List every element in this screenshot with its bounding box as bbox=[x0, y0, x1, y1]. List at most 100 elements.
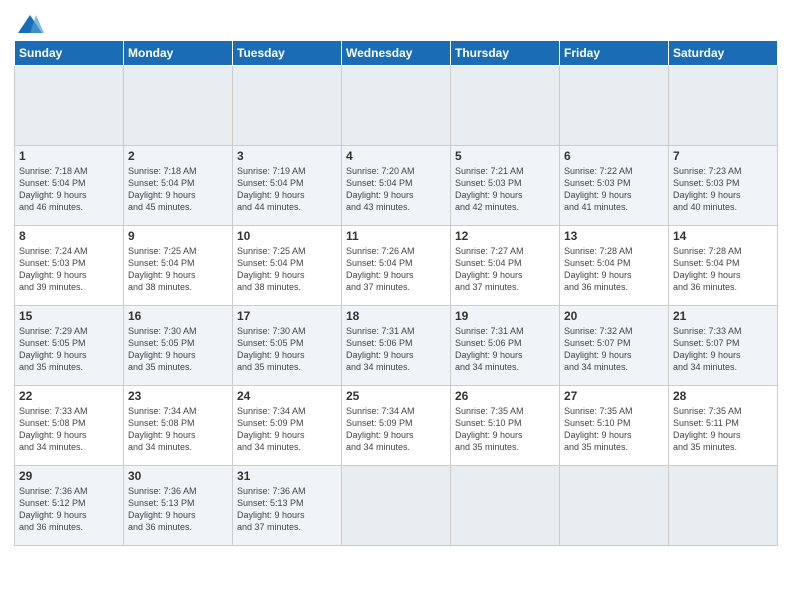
day-cell bbox=[233, 66, 342, 146]
day-info: Sunrise: 7:26 AM Sunset: 5:04 PM Dayligh… bbox=[346, 246, 415, 292]
day-cell: 15Sunrise: 7:29 AM Sunset: 5:05 PM Dayli… bbox=[15, 306, 124, 386]
day-info: Sunrise: 7:19 AM Sunset: 5:04 PM Dayligh… bbox=[237, 166, 306, 212]
day-cell: 30 Sunrise: 7:36 AM Sunset: 5:13 PM Dayli… bbox=[124, 466, 233, 546]
calendar-table: SundayMondayTuesdayWednesdayThursdayFrid… bbox=[14, 40, 778, 546]
day-number: 25 bbox=[346, 389, 446, 403]
day-number: 20 bbox=[564, 309, 664, 323]
day-number: 16 bbox=[128, 309, 228, 323]
day-info: Sunrise: 7:18 AM Sunset: 5:04 PM Dayligh… bbox=[19, 166, 88, 212]
day-number: 4 bbox=[346, 149, 446, 163]
day-number: 13 bbox=[564, 229, 664, 243]
day-number: 31 bbox=[237, 469, 337, 483]
logo-text bbox=[14, 10, 44, 32]
day-info: Sunrise: 7:33 AM Sunset: 5:07 PM Dayligh… bbox=[673, 326, 742, 372]
day-cell: 24Sunrise: 7:34 AM Sunset: 5:09 PM Dayli… bbox=[233, 386, 342, 466]
day-cell bbox=[669, 466, 778, 546]
day-cell: 9 Sunrise: 7:25 AM Sunset: 5:04 PM Daylig… bbox=[124, 226, 233, 306]
col-header-sunday: Sunday bbox=[15, 41, 124, 66]
day-cell: 8Sunrise: 7:24 AM Sunset: 5:03 PM Daylig… bbox=[15, 226, 124, 306]
day-cell bbox=[451, 66, 560, 146]
day-info: Sunrise: 7:36 AM Sunset: 5:13 PM Dayligh… bbox=[128, 486, 197, 532]
day-cell: 6 Sunrise: 7:22 AM Sunset: 5:03 PM Daylig… bbox=[560, 146, 669, 226]
day-cell bbox=[451, 466, 560, 546]
day-cell: 26 Sunrise: 7:35 AM Sunset: 5:10 PM Dayli… bbox=[451, 386, 560, 466]
col-header-tuesday: Tuesday bbox=[233, 41, 342, 66]
day-info: Sunrise: 7:36 AM Sunset: 5:12 PM Dayligh… bbox=[19, 486, 88, 532]
day-cell: 29 Sunrise: 7:36 AM Sunset: 5:12 PM Dayli… bbox=[15, 466, 124, 546]
col-header-wednesday: Wednesday bbox=[342, 41, 451, 66]
day-info: Sunrise: 7:35 AM Sunset: 5:10 PM Dayligh… bbox=[564, 406, 633, 452]
week-row-1: 1 Sunrise: 7:18 AM Sunset: 5:04 PM Daylig… bbox=[15, 146, 778, 226]
col-header-monday: Monday bbox=[124, 41, 233, 66]
day-cell: 12 Sunrise: 7:27 AM Sunset: 5:04 PM Dayli… bbox=[451, 226, 560, 306]
day-cell: 21 Sunrise: 7:33 AM Sunset: 5:07 PM Dayli… bbox=[669, 306, 778, 386]
day-info: Sunrise: 7:20 AM Sunset: 5:04 PM Dayligh… bbox=[346, 166, 415, 212]
day-number: 9 bbox=[128, 229, 228, 243]
day-number: 6 bbox=[564, 149, 664, 163]
day-cell: 3 Sunrise: 7:19 AM Sunset: 5:04 PM Daylig… bbox=[233, 146, 342, 226]
day-cell: 20 Sunrise: 7:32 AM Sunset: 5:07 PM Dayli… bbox=[560, 306, 669, 386]
logo bbox=[14, 10, 44, 32]
day-cell bbox=[560, 66, 669, 146]
day-info: Sunrise: 7:30 AM Sunset: 5:05 PM Dayligh… bbox=[237, 326, 306, 372]
day-info: Sunrise: 7:32 AM Sunset: 5:07 PM Dayligh… bbox=[564, 326, 633, 372]
day-info: Sunrise: 7:27 AM Sunset: 5:04 PM Dayligh… bbox=[455, 246, 524, 292]
day-cell: 13Sunrise: 7:28 AM Sunset: 5:04 PM Dayli… bbox=[560, 226, 669, 306]
day-cell: 14Sunrise: 7:28 AM Sunset: 5:04 PM Dayli… bbox=[669, 226, 778, 306]
day-info: Sunrise: 7:25 AM Sunset: 5:04 PM Dayligh… bbox=[237, 246, 306, 292]
day-info: Sunrise: 7:18 AM Sunset: 5:04 PM Dayligh… bbox=[128, 166, 197, 212]
day-info: Sunrise: 7:35 AM Sunset: 5:10 PM Dayligh… bbox=[455, 406, 524, 452]
header bbox=[14, 10, 778, 32]
day-number: 27 bbox=[564, 389, 664, 403]
day-number: 11 bbox=[346, 229, 446, 243]
day-number: 1 bbox=[19, 149, 119, 163]
week-row-4: 22Sunrise: 7:33 AM Sunset: 5:08 PM Dayli… bbox=[15, 386, 778, 466]
day-info: Sunrise: 7:29 AM Sunset: 5:05 PM Dayligh… bbox=[19, 326, 88, 372]
day-info: Sunrise: 7:33 AM Sunset: 5:08 PM Dayligh… bbox=[19, 406, 88, 452]
col-header-saturday: Saturday bbox=[669, 41, 778, 66]
day-cell: 2 Sunrise: 7:18 AM Sunset: 5:04 PM Daylig… bbox=[124, 146, 233, 226]
day-number: 8 bbox=[19, 229, 119, 243]
day-cell: 4 Sunrise: 7:20 AM Sunset: 5:04 PM Daylig… bbox=[342, 146, 451, 226]
day-cell: 17Sunrise: 7:30 AM Sunset: 5:05 PM Dayli… bbox=[233, 306, 342, 386]
col-header-thursday: Thursday bbox=[451, 41, 560, 66]
day-cell: 28 Sunrise: 7:35 AM Sunset: 5:11 PM Dayli… bbox=[669, 386, 778, 466]
day-cell: 31Sunrise: 7:36 AM Sunset: 5:13 PM Dayli… bbox=[233, 466, 342, 546]
day-number: 29 bbox=[19, 469, 119, 483]
day-cell: 10Sunrise: 7:25 AM Sunset: 5:04 PM Dayli… bbox=[233, 226, 342, 306]
day-info: Sunrise: 7:23 AM Sunset: 5:03 PM Dayligh… bbox=[673, 166, 742, 212]
header-row: SundayMondayTuesdayWednesdayThursdayFrid… bbox=[15, 41, 778, 66]
day-cell bbox=[342, 466, 451, 546]
week-row-2: 8Sunrise: 7:24 AM Sunset: 5:03 PM Daylig… bbox=[15, 226, 778, 306]
day-info: Sunrise: 7:25 AM Sunset: 5:04 PM Dayligh… bbox=[128, 246, 197, 292]
day-number: 30 bbox=[128, 469, 228, 483]
day-info: Sunrise: 7:31 AM Sunset: 5:06 PM Dayligh… bbox=[346, 326, 415, 372]
day-number: 26 bbox=[455, 389, 555, 403]
page-container: SundayMondayTuesdayWednesdayThursdayFrid… bbox=[0, 0, 792, 552]
day-cell: 23Sunrise: 7:34 AM Sunset: 5:08 PM Dayli… bbox=[124, 386, 233, 466]
day-number: 19 bbox=[455, 309, 555, 323]
day-number: 21 bbox=[673, 309, 773, 323]
day-cell: 7Sunrise: 7:23 AM Sunset: 5:03 PM Daylig… bbox=[669, 146, 778, 226]
day-number: 3 bbox=[237, 149, 337, 163]
day-info: Sunrise: 7:21 AM Sunset: 5:03 PM Dayligh… bbox=[455, 166, 524, 212]
day-info: Sunrise: 7:30 AM Sunset: 5:05 PM Dayligh… bbox=[128, 326, 197, 372]
day-cell bbox=[560, 466, 669, 546]
day-info: Sunrise: 7:28 AM Sunset: 5:04 PM Dayligh… bbox=[673, 246, 742, 292]
week-row-3: 15Sunrise: 7:29 AM Sunset: 5:05 PM Dayli… bbox=[15, 306, 778, 386]
day-cell: 22Sunrise: 7:33 AM Sunset: 5:08 PM Dayli… bbox=[15, 386, 124, 466]
day-number: 12 bbox=[455, 229, 555, 243]
logo-icon bbox=[16, 10, 44, 32]
col-header-friday: Friday bbox=[560, 41, 669, 66]
day-info: Sunrise: 7:35 AM Sunset: 5:11 PM Dayligh… bbox=[673, 406, 742, 452]
day-number: 28 bbox=[673, 389, 773, 403]
day-cell: 16 Sunrise: 7:30 AM Sunset: 5:05 PM Dayli… bbox=[124, 306, 233, 386]
day-cell: 25 Sunrise: 7:34 AM Sunset: 5:09 PM Dayli… bbox=[342, 386, 451, 466]
day-cell: 11 Sunrise: 7:26 AM Sunset: 5:04 PM Dayli… bbox=[342, 226, 451, 306]
week-row-5: 29 Sunrise: 7:36 AM Sunset: 5:12 PM Dayli… bbox=[15, 466, 778, 546]
day-cell: 19Sunrise: 7:31 AM Sunset: 5:06 PM Dayli… bbox=[451, 306, 560, 386]
day-cell bbox=[124, 66, 233, 146]
day-number: 2 bbox=[128, 149, 228, 163]
day-info: Sunrise: 7:34 AM Sunset: 5:09 PM Dayligh… bbox=[346, 406, 415, 452]
day-info: Sunrise: 7:22 AM Sunset: 5:03 PM Dayligh… bbox=[564, 166, 633, 212]
